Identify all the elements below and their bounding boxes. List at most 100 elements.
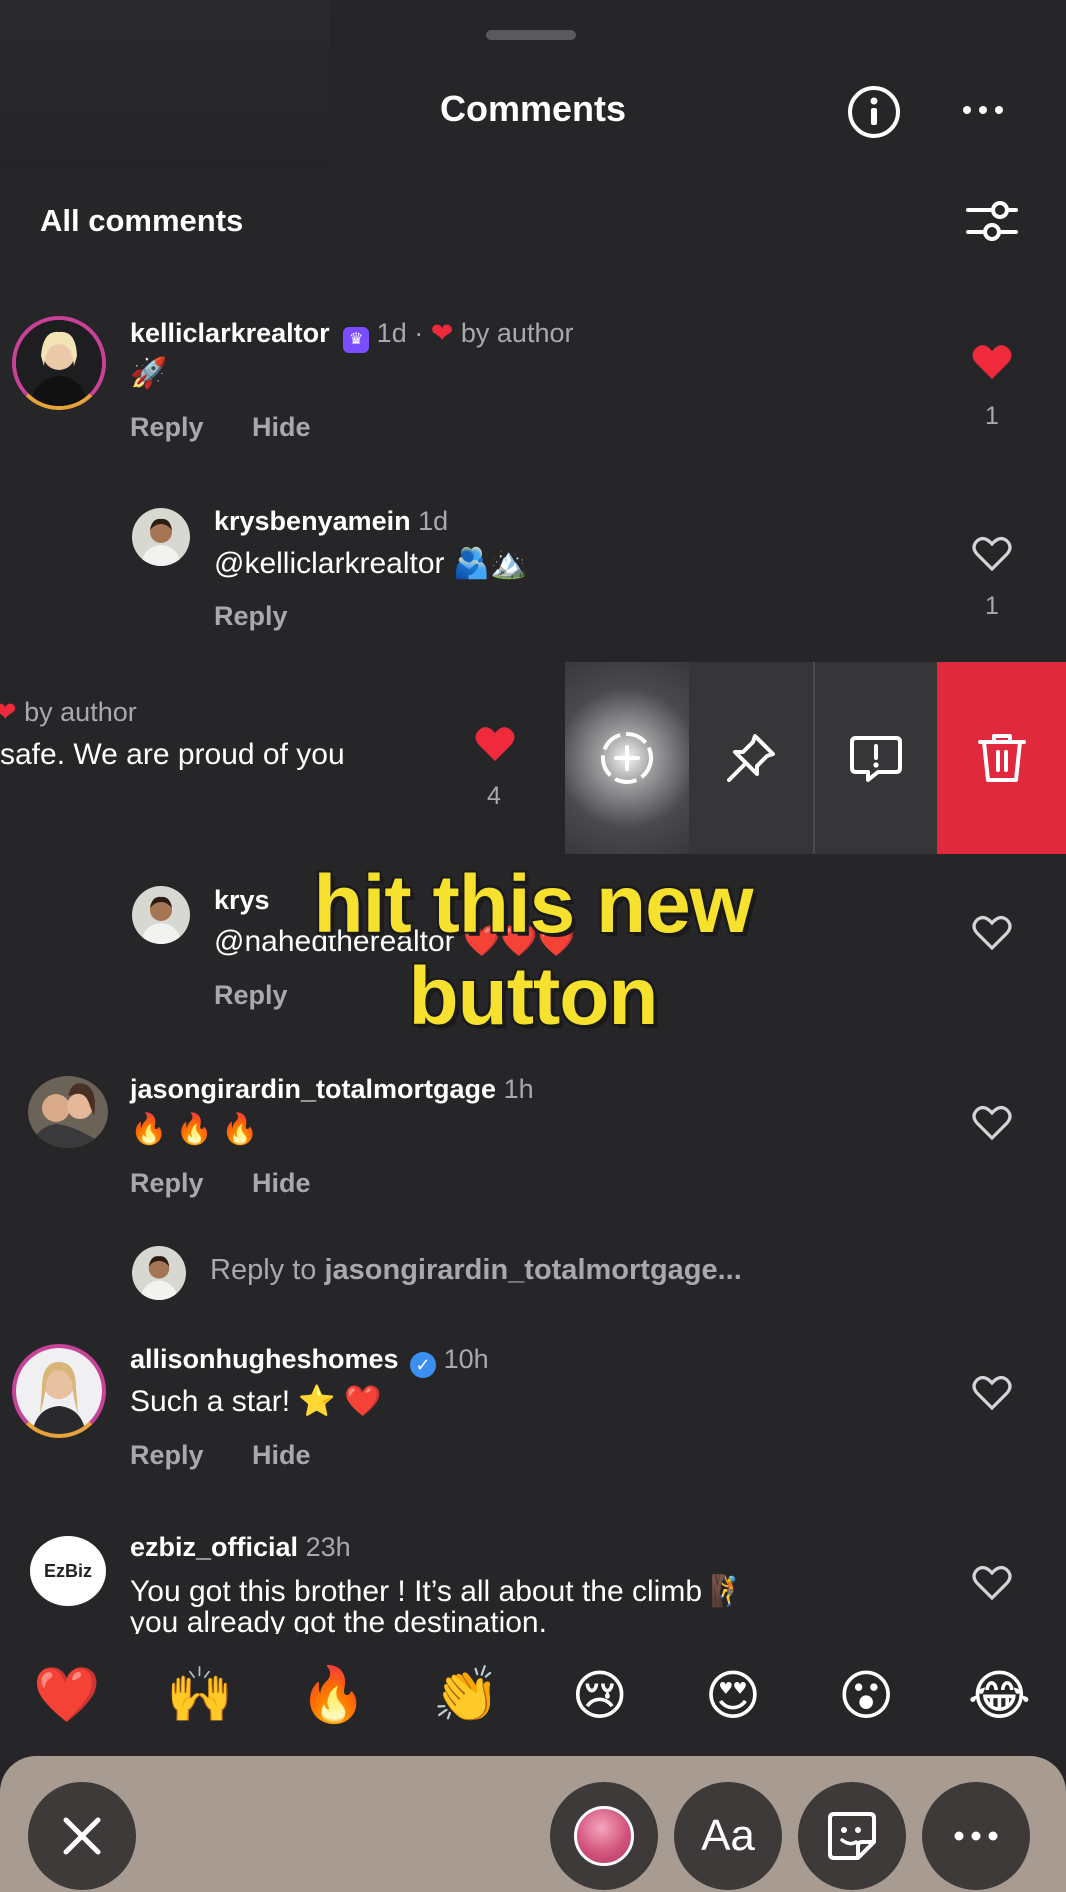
comment-time: 1d (418, 506, 449, 536)
like-count: 1 (985, 592, 999, 620)
reply-button[interactable]: Reply (130, 1440, 204, 1471)
avatar-photo-icon (132, 1246, 186, 1300)
heart-outline-icon[interactable] (971, 535, 1013, 573)
comment-header: ezbiz_official 23h (130, 1532, 351, 1563)
comment-text: @kelliclarkrealtor 🫂🏔️ (214, 547, 528, 580)
comment-username[interactable]: ezbiz_official (130, 1532, 298, 1562)
report-icon (850, 736, 902, 782)
avatar-photo-icon (28, 1076, 108, 1148)
text-tool-button[interactable]: Aa (674, 1782, 782, 1890)
comment-username[interactable]: krysbenyamein (214, 506, 411, 536)
heart-filled-icon[interactable] (474, 725, 516, 763)
emoji-surprised[interactable]: 😮 (816, 1664, 916, 1727)
comment-header: jasongirardin_totalmortgage 1h (130, 1074, 534, 1105)
separator-dot: · (414, 318, 424, 348)
bottom-toolbar: Aa (0, 1756, 1066, 1892)
author-heart-icon: ❤ (430, 318, 454, 348)
color-swatch-icon (574, 1806, 634, 1866)
emoji-cry[interactable]: 😢 (550, 1664, 650, 1727)
hide-button[interactable]: Hide (252, 1168, 311, 1199)
comment-time: 10h (443, 1344, 489, 1374)
comment-text: Such a star! ⭐️ ❤️ (130, 1385, 382, 1418)
like-count: 1 (985, 402, 999, 430)
reply-button[interactable]: Reply (214, 601, 288, 632)
comment-text-clip: you already got the destination. (130, 1606, 547, 1634)
pin-button[interactable] (689, 662, 813, 854)
crown-badge-icon: ♛ (343, 327, 370, 353)
avatar-photo-icon (132, 508, 190, 566)
avatar-photo-icon (16, 320, 102, 406)
liked-by-label: by author (460, 318, 574, 348)
author-heart-icon: ❤ (0, 697, 17, 727)
comment-text-line-2: you already got the destination. (130, 1606, 547, 1634)
comment-header: kelliclarkrealtor ♛ 1d · ❤ by author (130, 318, 573, 353)
heart-outline-icon[interactable] (971, 1104, 1013, 1142)
swipe-actions (565, 662, 1066, 854)
emoji-heart-eyes[interactable]: 😍 (683, 1664, 783, 1727)
avatar[interactable] (12, 1344, 106, 1438)
comment-header: allisonhugheshomes ✓ 10h (130, 1344, 489, 1378)
emoji-clap[interactable]: 👏 (416, 1664, 516, 1727)
heart-filled-icon[interactable] (971, 343, 1013, 381)
trash-icon (977, 734, 1026, 782)
avatar[interactable]: EzBiz (30, 1536, 106, 1606)
close-icon (63, 1817, 101, 1855)
liked-by-label: by author (24, 697, 137, 727)
reply-button[interactable]: Reply (130, 412, 204, 443)
comment-header: krysbenyamein 1d (214, 506, 448, 537)
avatar-photo-icon (16, 1348, 102, 1434)
drag-handle[interactable] (486, 30, 576, 40)
comment-username[interactable]: kelliclarkrealtor (130, 318, 330, 348)
add-to-highlight-button[interactable] (565, 662, 689, 854)
sheet-title: Comments (439, 88, 627, 129)
more-options-icon[interactable] (960, 100, 1006, 120)
reply-prompt-target: jasongirardin_totalmortgage... (324, 1254, 742, 1286)
sticker-icon (828, 1812, 876, 1860)
more-icon (954, 1831, 998, 1841)
reply-button[interactable]: Reply (130, 1168, 204, 1199)
comments-sheet: Comments All comments kelliclarkrealtor … (0, 0, 1066, 1760)
like-count: 4 (487, 782, 501, 810)
hide-button[interactable]: Hide (252, 1440, 311, 1471)
more-tools-button[interactable] (922, 1782, 1030, 1890)
avatar[interactable] (132, 508, 190, 566)
avatar-logo-text: EzBiz (43, 1560, 92, 1581)
caption-line-1: hit this new (313, 859, 754, 950)
color-picker-button[interactable] (550, 1782, 658, 1890)
comment-time: 1d (376, 318, 407, 348)
comment-username[interactable]: allisonhugheshomes (130, 1344, 399, 1374)
header-shadow (0, 0, 330, 170)
avatar (132, 1246, 186, 1300)
add-circle-dashed-icon (601, 732, 653, 784)
caption-line-2: button (408, 951, 659, 1042)
comment-header: ❤ by author (0, 697, 137, 728)
comment-text: safe. We are proud of you (0, 738, 345, 771)
heart-outline-icon[interactable] (971, 1374, 1013, 1412)
comment-time: 23h (305, 1532, 351, 1562)
reply-prompt-prefix: Reply to (210, 1254, 325, 1286)
close-button[interactable] (28, 1782, 136, 1890)
heart-outline-icon[interactable] (971, 1564, 1013, 1602)
comment-text: 🔥 🔥 🔥 (130, 1113, 259, 1146)
emoji-fire[interactable]: 🔥 (283, 1664, 383, 1727)
info-icon[interactable] (846, 84, 902, 140)
avatar[interactable] (28, 1076, 108, 1148)
hide-button[interactable]: Hide (252, 412, 311, 443)
emoji-heart[interactable]: ❤️ (17, 1664, 117, 1727)
all-comments-label: All comments (40, 203, 244, 238)
delete-button[interactable] (937, 662, 1066, 854)
emoji-quick-bar: ❤️ 🙌 🔥 👏 😢 😍 😮 😂 (0, 1640, 1066, 1750)
emoji-laugh[interactable]: 😂 (949, 1664, 1049, 1727)
emoji-raised-hands[interactable]: 🙌 (150, 1664, 250, 1727)
sticker-button[interactable] (798, 1782, 906, 1890)
comment-username[interactable]: jasongirardin_totalmortgage (130, 1074, 496, 1104)
verified-badge-icon: ✓ (410, 1352, 437, 1378)
comment-text: 🚀 (130, 357, 168, 390)
comment-time: 1h (503, 1074, 534, 1104)
reply-prompt[interactable]: Reply to jasongirardin_totalmortgage... (210, 1254, 742, 1287)
text-tool-label: Aa (701, 1811, 755, 1860)
comment-text: You got this brother ! It’s all about th… (130, 1575, 748, 1608)
report-button[interactable] (813, 662, 937, 854)
avatar[interactable] (12, 316, 106, 410)
filter-icon[interactable] (966, 198, 1018, 244)
